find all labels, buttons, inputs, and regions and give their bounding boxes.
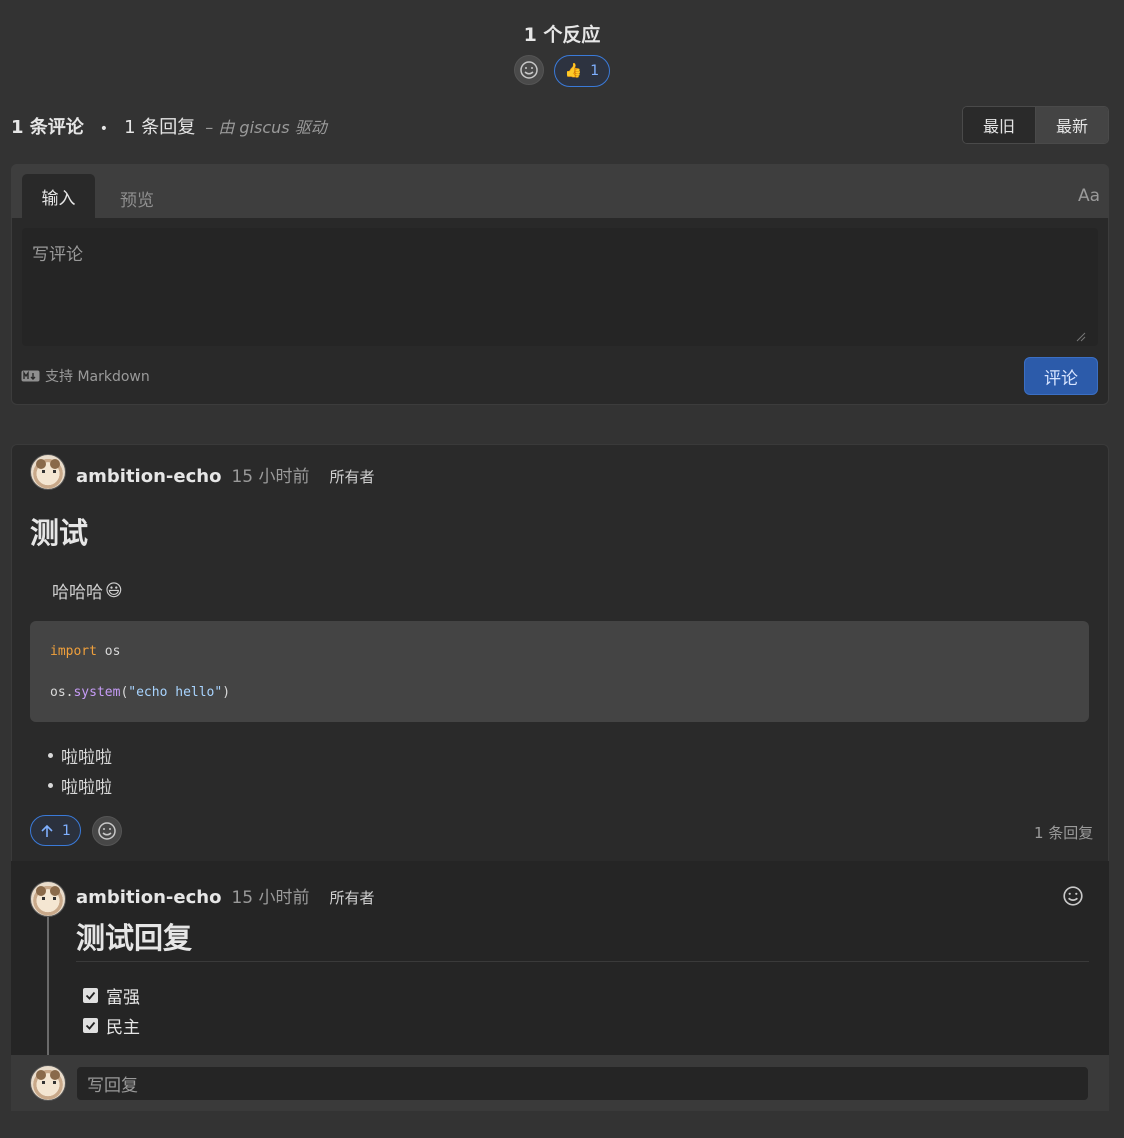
- code-paren-close: ): [222, 685, 231, 700]
- paragraph-text: 哈哈哈: [52, 583, 103, 603]
- sort-newest-button[interactable]: 最新: [1035, 107, 1108, 143]
- smiley-emoji-icon: 😃: [105, 580, 123, 601]
- reactions-row: 👍 1: [0, 55, 1124, 87]
- comment-time[interactable]: 15 小时前: [231, 462, 309, 487]
- comment-textarea[interactable]: 写评论: [22, 228, 1098, 346]
- owner-badge: 所有者: [329, 889, 375, 907]
- editor-tabbar: [11, 164, 1109, 218]
- reactions-title: 1 个反应: [523, 24, 601, 46]
- smiley-icon: [98, 822, 116, 840]
- code-string: "echo hello": [128, 685, 223, 700]
- add-reaction-button[interactable]: [513, 55, 544, 85]
- reply-count: 1 条回复: [1034, 824, 1094, 842]
- thumbs-up-count: 1: [590, 63, 600, 79]
- owner-badge: 所有者: [329, 468, 375, 486]
- checkbox-checked-icon: [83, 988, 98, 1003]
- comment-header: ambition-echo 15 小时前 所有者: [76, 462, 375, 487]
- code-block: import os os.system("echo hello"): [30, 621, 1089, 722]
- comment-placeholder: 写评论: [32, 245, 83, 265]
- sort-toggle: 最旧 最新: [962, 106, 1109, 144]
- upvote-count: 1: [62, 822, 71, 839]
- author-link[interactable]: ambition-echo: [76, 887, 221, 908]
- reply-heading: 测试回复: [76, 921, 193, 955]
- checklist-item: 富强: [83, 983, 140, 1008]
- code-keyword: import: [50, 644, 97, 659]
- list-item: 啦啦啦: [48, 773, 112, 798]
- code-function: system: [73, 685, 121, 700]
- summary-separator: •: [99, 121, 109, 137]
- font-toggle-button[interactable]: Aa: [1078, 186, 1100, 206]
- avatar[interactable]: [30, 454, 66, 490]
- thumbs-up-icon: 👍: [564, 63, 583, 79]
- comment-paragraph: 哈哈哈 😃: [52, 578, 123, 604]
- comment-count: 1 条评论: [11, 117, 84, 138]
- tab-preview[interactable]: 预览: [120, 186, 154, 211]
- submit-comment-button[interactable]: 评论: [1024, 357, 1098, 395]
- smiley-icon: [1063, 886, 1083, 906]
- tab-input[interactable]: 输入: [22, 174, 95, 218]
- code-line-2: os.system("echo hello"): [50, 685, 230, 700]
- author-link[interactable]: ambition-echo: [76, 466, 221, 487]
- reply-header: ambition-echo 15 小时前 所有者: [76, 883, 375, 908]
- code-object: os.: [50, 685, 74, 700]
- reply-placeholder: 写回复: [87, 1076, 138, 1096]
- markdown-support-link[interactable]: 支持 Markdown: [21, 366, 150, 386]
- powered-by-link[interactable]: – 由 giscus 驱动: [205, 114, 326, 138]
- add-reaction-button[interactable]: [1062, 885, 1084, 911]
- comment-heading: 测试: [30, 516, 89, 550]
- code-line-1: import os: [50, 644, 120, 659]
- smiley-icon: [520, 61, 538, 79]
- reply-time[interactable]: 15 小时前: [231, 883, 309, 908]
- reply-input[interactable]: 写回复: [76, 1066, 1089, 1101]
- markdown-note: 支持 Markdown: [45, 369, 150, 385]
- avatar[interactable]: [30, 881, 66, 917]
- arrow-up-icon: [41, 824, 53, 837]
- reply-total: 1 条回复: [124, 117, 196, 138]
- upvote-button[interactable]: 1: [30, 815, 81, 846]
- thread-line: [47, 917, 49, 1055]
- checklist-item: 民主: [83, 1013, 140, 1038]
- avatar: [30, 1065, 66, 1101]
- checkbox-checked-icon: [83, 1018, 98, 1033]
- thumbs-up-reaction[interactable]: 👍 1: [553, 55, 611, 87]
- list-item: 啦啦啦: [48, 743, 112, 768]
- comment-summary: 1 条评论 • 1 条回复 – 由 giscus 驱动: [11, 113, 327, 139]
- resize-handle-icon[interactable]: [1074, 330, 1086, 342]
- add-reaction-button[interactable]: [92, 816, 122, 846]
- code-module: os: [96, 644, 121, 659]
- heading-divider: [76, 961, 1089, 962]
- sort-oldest-button[interactable]: 最旧: [963, 107, 1035, 143]
- markdown-icon: [21, 370, 40, 382]
